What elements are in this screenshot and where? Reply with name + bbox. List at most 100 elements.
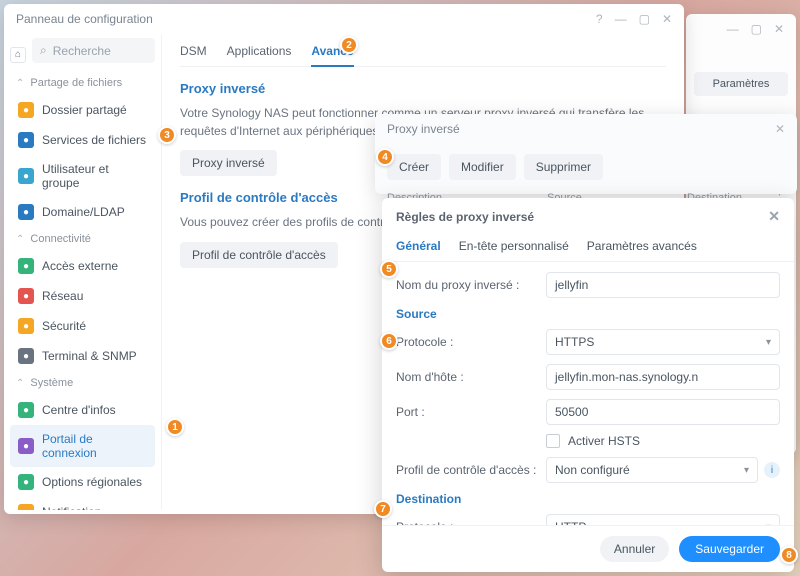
search-icon: ⌕ — [40, 43, 47, 58]
proxy-window-title: Proxy inversé — [387, 122, 460, 136]
sidebar-item-label: Options régionales — [42, 475, 142, 489]
port-label: Port : — [396, 405, 546, 419]
sidebar-item[interactable]: ● Options régionales — [10, 467, 155, 497]
info-icon: ● — [18, 402, 34, 418]
acl-select[interactable]: Non configuré▾ — [546, 457, 758, 483]
callout-3: 3 — [158, 126, 176, 144]
close-icon[interactable]: ✕ — [774, 22, 784, 36]
callout-6: 6 — [380, 332, 398, 350]
dst-protocol-select[interactable]: HTTP▾ — [546, 514, 780, 525]
cancel-button[interactable]: Annuler — [600, 536, 669, 562]
close-icon[interactable]: ✕ — [775, 122, 785, 136]
notification-icon: ● — [18, 504, 34, 510]
delete-button[interactable]: Supprimer — [524, 154, 603, 180]
create-button[interactable]: Créer — [387, 154, 441, 180]
window-title: Panneau de configuration — [16, 12, 153, 26]
network-icon: ● — [18, 288, 34, 304]
sidebar-item-label: Terminal & SNMP — [42, 349, 137, 363]
help-icon[interactable]: ? — [596, 12, 603, 26]
background-titlebar: — ▢ ✕ — [686, 14, 796, 44]
regional-icon: ● — [18, 474, 34, 490]
sidebar-item[interactable]: ● Centre d'infos — [10, 395, 155, 425]
sidebar-item-label: Notification — [42, 505, 101, 510]
tab-headers[interactable]: En-tête personnalisé — [459, 239, 569, 253]
section-label[interactable]: Système — [30, 377, 73, 389]
callout-1: 1 — [166, 418, 184, 436]
folder-icon: ● — [18, 102, 34, 118]
external-icon: ● — [18, 258, 34, 274]
minimize-icon[interactable]: — — [615, 12, 627, 26]
sidebar-item-label: Domaine/LDAP — [42, 205, 125, 219]
acl-label: Profil de contrôle d'accès : — [396, 463, 546, 477]
sidebar-item-label: Services de fichiers — [42, 133, 146, 147]
callout-5: 5 — [380, 260, 398, 278]
maximize-icon[interactable]: ▢ — [639, 12, 650, 26]
portal-icon: ● — [18, 438, 34, 454]
tab-advanced-params[interactable]: Paramètres avancés — [587, 239, 697, 253]
section-label[interactable]: Partage de fichiers — [30, 77, 122, 89]
callout-8: 8 — [780, 546, 798, 564]
main-tabs: DSM Applications Avancé — [180, 38, 666, 67]
src-host-input[interactable]: jellyfin.mon-nas.synology.n — [546, 364, 780, 390]
callout-7: 7 — [374, 500, 392, 518]
callout-4: 4 — [376, 148, 394, 166]
sidebar-item-label: Réseau — [42, 289, 83, 303]
file-service-icon: ● — [18, 132, 34, 148]
chevron-icon[interactable]: ⌃ — [16, 234, 24, 245]
security-icon: ● — [18, 318, 34, 334]
close-icon[interactable]: ✕ — [768, 208, 780, 225]
sidebar-item-label: Sécurité — [42, 319, 86, 333]
modify-button[interactable]: Modifier — [449, 154, 516, 180]
home-icon[interactable]: ⌂ — [10, 47, 26, 63]
sidebar-item[interactable]: ● Utilisateur et groupe — [10, 155, 155, 197]
tab-applications[interactable]: Applications — [227, 44, 292, 58]
sidebar-item-label: Accès externe — [42, 259, 118, 273]
sidebar-item[interactable]: ● Domaine/LDAP — [10, 197, 155, 227]
hsts-label: Activer HSTS — [568, 434, 640, 448]
minimize-icon[interactable]: — — [727, 22, 739, 36]
sidebar-item[interactable]: ● Services de fichiers — [10, 125, 155, 155]
maximize-icon[interactable]: ▢ — [751, 22, 762, 36]
sidebar-item[interactable]: ● Sécurité — [10, 311, 155, 341]
sidebar-item[interactable]: ● Portail de connexion — [10, 425, 155, 467]
reverse-proxy-heading: Proxy inversé — [180, 81, 666, 96]
info-icon[interactable]: i — [764, 462, 780, 478]
users-icon: ● — [18, 168, 34, 184]
sidebar-item-label: Utilisateur et groupe — [42, 162, 147, 190]
search-input[interactable]: ⌕ Recherche — [32, 38, 155, 63]
destination-heading: Destination — [396, 492, 780, 506]
main-titlebar: Panneau de configuration ? — ▢ ✕ — [4, 4, 684, 34]
callout-2: 2 — [340, 36, 358, 54]
host-label: Nom d'hôte : — [396, 370, 546, 384]
chevron-icon[interactable]: ⌃ — [16, 78, 24, 89]
settings-button[interactable]: Paramètres — [694, 72, 788, 96]
protocol-label: Protocole : — [396, 335, 546, 349]
tab-dsm[interactable]: DSM — [180, 44, 207, 58]
chevron-down-icon: ▾ — [766, 337, 771, 348]
sidebar-item-label: Centre d'infos — [42, 403, 116, 417]
sidebar-item-label: Dossier partagé — [42, 103, 127, 117]
hsts-checkbox[interactable] — [546, 434, 560, 448]
proxy-list-window: Proxy inversé ✕ Créer Modifier Supprimer… — [375, 114, 797, 194]
sidebar-item-label: Portail de connexion — [42, 432, 147, 460]
src-port-input[interactable]: 50500 — [546, 399, 780, 425]
sidebar-item[interactable]: ●Terminal & SNMP — [10, 341, 155, 371]
src-protocol-select[interactable]: HTTPS▾ — [546, 329, 780, 355]
tab-general[interactable]: Général — [396, 239, 441, 253]
section-label[interactable]: Connectivité — [30, 233, 91, 245]
proxy-titlebar: Proxy inversé ✕ — [375, 114, 797, 144]
sidebar-item[interactable]: ● Notification — [10, 497, 155, 510]
sidebar-item[interactable]: ● Réseau — [10, 281, 155, 311]
sidebar-item[interactable]: ● Accès externe — [10, 251, 155, 281]
name-label: Nom du proxy inversé : — [396, 278, 546, 292]
sidebar-item[interactable]: ● Dossier partagé — [10, 95, 155, 125]
domain-icon: ● — [18, 204, 34, 220]
chevron-icon[interactable]: ⌃ — [16, 378, 24, 389]
source-heading: Source — [396, 307, 780, 321]
close-icon[interactable]: ✕ — [662, 12, 672, 26]
name-input[interactable]: jellyfin — [546, 272, 780, 298]
rules-dialog: Règles de proxy inversé ✕ Général En-têt… — [382, 198, 794, 572]
reverse-proxy-button[interactable]: Proxy inversé — [180, 150, 277, 176]
acl-button[interactable]: Profil de contrôle d'accès — [180, 242, 338, 268]
save-button[interactable]: Sauvegarder — [679, 536, 780, 562]
